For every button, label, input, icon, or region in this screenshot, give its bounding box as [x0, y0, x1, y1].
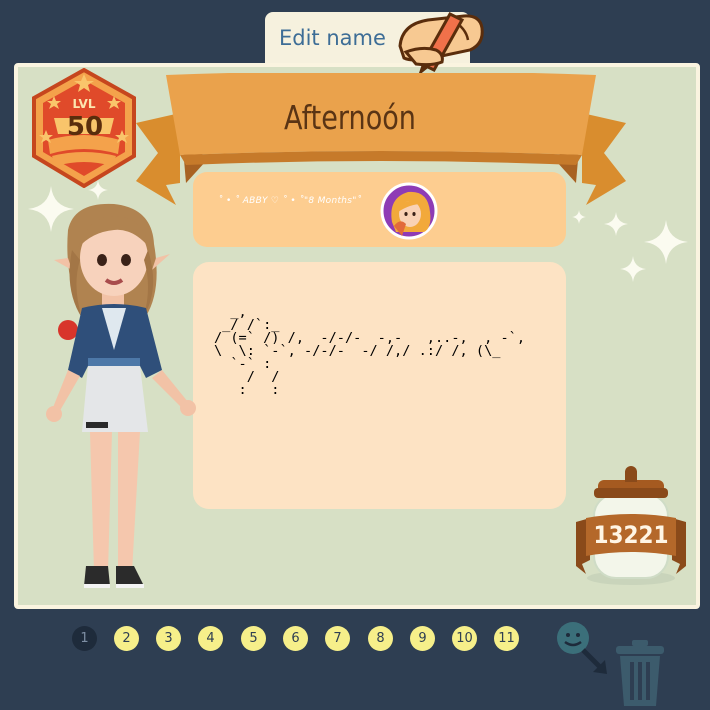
best-friend-text: ˚ • ˚ ABBY ♡ ˚ • ˚"8 Months"˚ [218, 196, 362, 206]
page-dot-3[interactable]: 3 [156, 626, 181, 651]
sparkle-icon [620, 256, 646, 282]
edit-name-label: Edit name [279, 26, 386, 50]
username: Afternoón [284, 98, 416, 137]
page-dot-7[interactable]: 7 [325, 626, 350, 651]
coin-count: 13221 [593, 521, 669, 549]
friend-avatar-icon[interactable] [380, 182, 438, 240]
page-dot-8[interactable]: 8 [368, 626, 393, 651]
page-dot-11[interactable]: 11 [494, 626, 519, 651]
page-dot-5[interactable]: 5 [241, 626, 266, 651]
page-dot-4[interactable]: 4 [198, 626, 223, 651]
page-dot-1[interactable]: 1 [72, 626, 97, 651]
page-dot-10[interactable]: 10 [452, 626, 477, 651]
page-dot-6[interactable]: 6 [283, 626, 308, 651]
smiley-drag-icon[interactable] [553, 620, 615, 680]
level-value: 50 [66, 112, 104, 142]
pencil-hand-icon[interactable] [392, 6, 492, 78]
level-label: LVL [73, 97, 96, 111]
sparkle-icon [572, 210, 586, 224]
bio-text: _, _/ /`:_ / (=` /) /, -/-/- -,- ,..-, ,… [214, 304, 525, 398]
page-dot-2[interactable]: 2 [114, 626, 139, 651]
sparkle-icon [644, 220, 688, 264]
sparkle-icon [604, 212, 628, 236]
trash-icon[interactable] [612, 638, 668, 708]
sparkle-icon [88, 180, 108, 200]
page-dot-9[interactable]: 9 [410, 626, 435, 651]
avatar-character[interactable] [28, 200, 208, 592]
